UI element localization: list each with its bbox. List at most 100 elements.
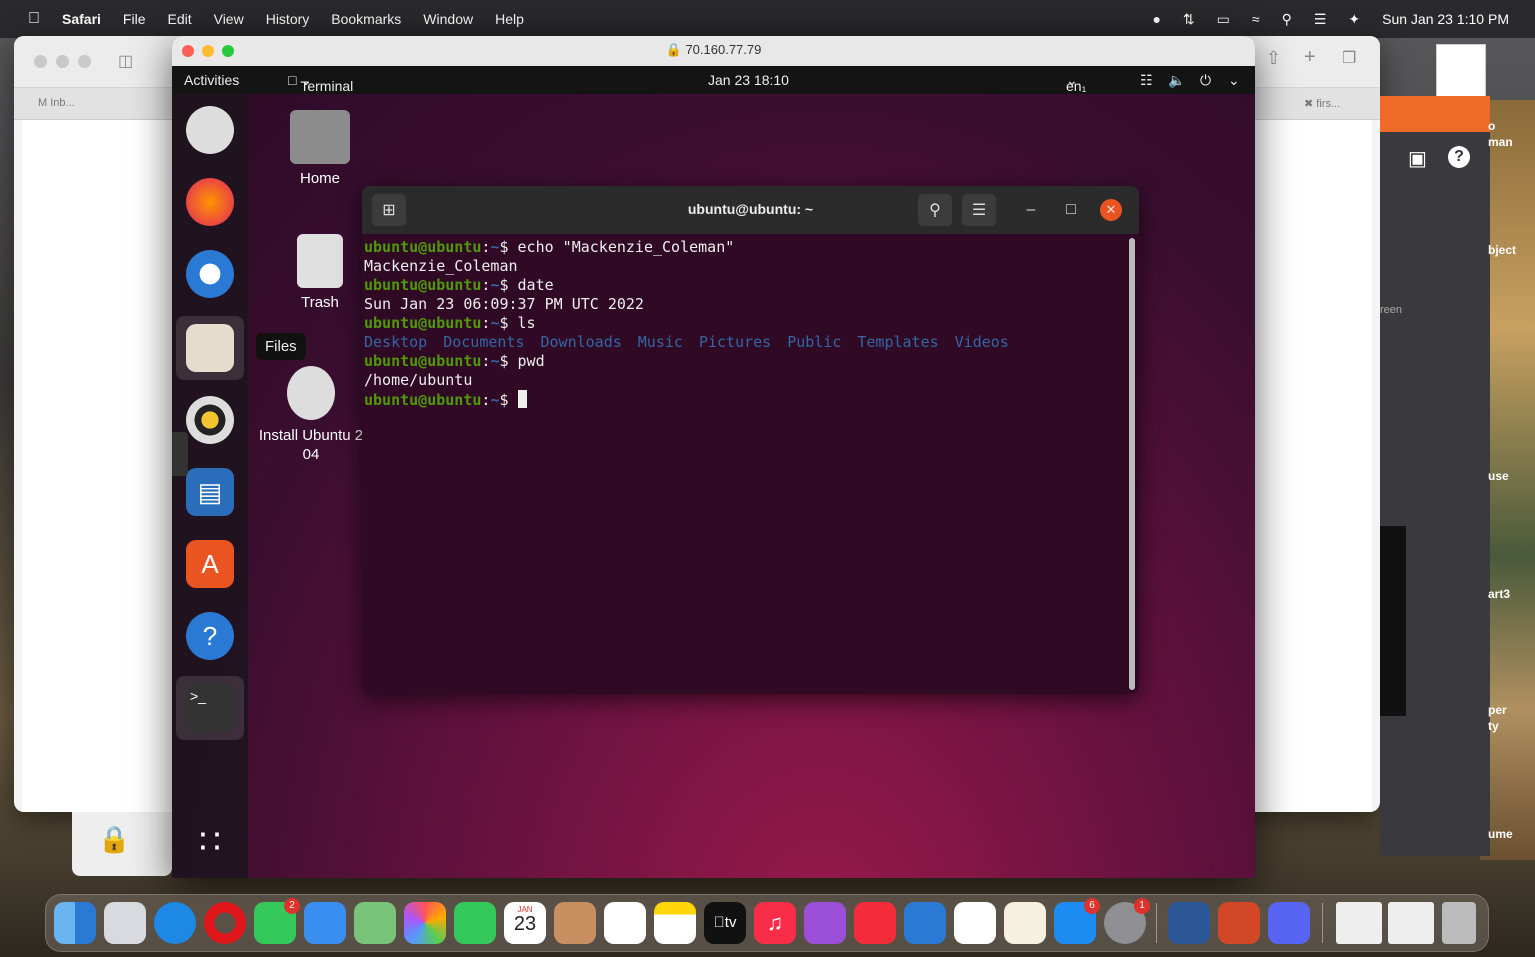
sidebar-icon[interactable]: ◫	[118, 51, 133, 71]
writer-icon[interactable]: ▤	[186, 468, 234, 516]
pages-icon[interactable]	[1004, 902, 1046, 944]
share-icon[interactable]: ⇧	[1266, 48, 1281, 69]
discord-icon[interactable]	[1268, 902, 1310, 944]
messages-badge: 2	[284, 898, 300, 914]
safari-icon[interactable]	[154, 902, 196, 944]
menu-bookmarks[interactable]: Bookmarks	[331, 11, 401, 27]
desktop-install-icon[interactable]: Install Ubuntu 2 04	[256, 366, 366, 464]
word-icon[interactable]	[1168, 902, 1210, 944]
minimized-window-1[interactable]	[1336, 902, 1382, 944]
apple-menu-icon[interactable]: 	[28, 10, 40, 28]
inbox-icon[interactable]: ▣	[1408, 146, 1427, 171]
rhythmbox-icon[interactable]	[186, 396, 234, 444]
reminders-icon[interactable]	[604, 902, 646, 944]
orange-header	[1380, 96, 1490, 132]
small-window[interactable]: 🔒	[72, 812, 172, 876]
battery-icon[interactable]: ▭	[1217, 11, 1230, 28]
menu-file[interactable]: File	[123, 11, 146, 27]
wifi-icon[interactable]: ≈	[1252, 11, 1260, 27]
maximize-icon[interactable]: □	[1054, 194, 1088, 226]
network-icon[interactable]: ☷	[1140, 72, 1153, 89]
terminal-window[interactable]: ⊞ ubuntu@ubuntu: ~ ⚲ ☰ – □ ✕ ubuntu@ubun…	[362, 186, 1139, 694]
app-store-icon[interactable]: 6	[1054, 898, 1100, 944]
tab-gmail[interactable]: M Inb...	[38, 97, 75, 109]
thunderbird-icon[interactable]	[186, 250, 234, 298]
mail-icon[interactable]	[304, 902, 346, 944]
control-center-icon[interactable]: ☰	[1314, 11, 1327, 28]
finder-icon[interactable]	[54, 902, 96, 944]
dock-handle[interactable]	[172, 432, 188, 476]
volume-icon[interactable]: 🔈	[1168, 72, 1185, 89]
menu-app-name[interactable]: Safari	[62, 11, 101, 27]
prompt-user: ubuntu@ubuntu	[364, 352, 482, 370]
power-icon[interactable]: ⏻	[1200, 72, 1211, 89]
launchpad-icon[interactable]	[104, 902, 146, 944]
facetime-icon[interactable]	[454, 902, 496, 944]
document-thumbnail[interactable]	[1436, 44, 1486, 98]
powerpoint-icon[interactable]	[1218, 902, 1260, 944]
help-app-icon[interactable]: ?	[186, 612, 234, 660]
spotlight-search-icon[interactable]: ⚲	[1282, 11, 1292, 28]
terminal-scrollbar[interactable]	[1129, 238, 1135, 690]
menu-edit[interactable]: Edit	[167, 11, 191, 27]
search-icon[interactable]: ⚲	[918, 194, 952, 226]
installer-icon[interactable]	[186, 106, 234, 154]
show-apps-grid-icon[interactable]: ∷	[186, 818, 234, 866]
menu-history[interactable]: History	[266, 11, 310, 27]
prompt-user: ubuntu@ubuntu	[364, 391, 482, 409]
edge-label-4: use	[1488, 469, 1509, 483]
music-icon[interactable]: ♫	[754, 902, 796, 944]
keynote-icon[interactable]	[904, 902, 946, 944]
minimize-icon[interactable]: –	[1014, 194, 1048, 226]
network-traffic-icon[interactable]: ⇅	[1183, 11, 1195, 28]
photos-icon[interactable]	[404, 902, 446, 944]
menu-help[interactable]: Help	[495, 11, 524, 27]
siri-icon[interactable]: ✦	[1348, 11, 1360, 28]
system-menu-chevron-icon[interactable]: ⌄	[1228, 72, 1240, 89]
command-text: $ ls	[499, 314, 536, 332]
ubuntu-clock[interactable]: Jan 23 18:10	[708, 72, 789, 88]
help-icon[interactable]: ?	[1448, 146, 1470, 168]
terminal-line: Desktop Documents Downloads Music Pictures Pu…	[364, 333, 1137, 352]
directory-entry: Desktop	[364, 333, 428, 351]
contacts-icon[interactable]	[554, 902, 596, 944]
files-icon[interactable]	[186, 324, 234, 372]
hamburger-menu-icon[interactable]: ☰	[962, 194, 996, 226]
side-dark-block	[1380, 526, 1406, 716]
apple-tv-icon[interactable]: tv	[704, 902, 746, 944]
input-source[interactable]: en₁ ⌄	[1066, 72, 1086, 94]
desktop-home-icon[interactable]: Home	[275, 110, 365, 187]
new-tab-icon[interactable]: +	[1304, 46, 1316, 69]
notes-icon[interactable]	[654, 902, 696, 944]
minimized-window-2[interactable]	[1388, 902, 1434, 944]
menu-window[interactable]: Window	[423, 11, 473, 27]
status-circle-icon[interactable]: ●	[1152, 11, 1160, 27]
messages-icon[interactable]: 2	[254, 898, 300, 944]
calendar-icon[interactable]: JAN 23	[504, 902, 546, 944]
numbers-icon[interactable]	[954, 902, 996, 944]
tab-overview-icon[interactable]: ❐	[1342, 48, 1356, 68]
system-preferences-icon[interactable]: 1	[1104, 898, 1150, 944]
trash-icon[interactable]	[1442, 902, 1476, 944]
terminal-icon[interactable]: >_	[186, 684, 234, 732]
tab-first[interactable]: ✖ firs...	[1304, 97, 1340, 110]
desktop-trash-icon[interactable]: Trash	[275, 234, 365, 311]
menu-view[interactable]: View	[214, 11, 244, 27]
close-icon[interactable]: ✕	[1100, 199, 1122, 221]
activities-button[interactable]: Activities	[184, 72, 239, 88]
close-dot[interactable]	[34, 55, 47, 68]
terminal-app-menu[interactable]: □ Terminal ⌄	[288, 72, 353, 94]
menubar-clock[interactable]: Sun Jan 23 1:10 PM	[1382, 11, 1509, 27]
news-icon[interactable]	[854, 902, 896, 944]
software-icon[interactable]: A	[186, 540, 234, 588]
maps-icon[interactable]	[354, 902, 396, 944]
edge-label-1: o	[1488, 119, 1496, 133]
terminal-output[interactable]: ubuntu@ubuntu:~$ echo "Mackenzie_Coleman…	[362, 236, 1139, 694]
minimize-dot[interactable]	[56, 55, 69, 68]
zoom-dot[interactable]	[78, 55, 91, 68]
firefox-icon[interactable]	[186, 178, 234, 226]
opera-icon[interactable]	[204, 902, 246, 944]
side-app-window[interactable]: ▣ ? reen	[1380, 96, 1490, 856]
address-bar[interactable]: 🔒 70.160.77.79	[172, 42, 1255, 58]
podcasts-icon[interactable]	[804, 902, 846, 944]
